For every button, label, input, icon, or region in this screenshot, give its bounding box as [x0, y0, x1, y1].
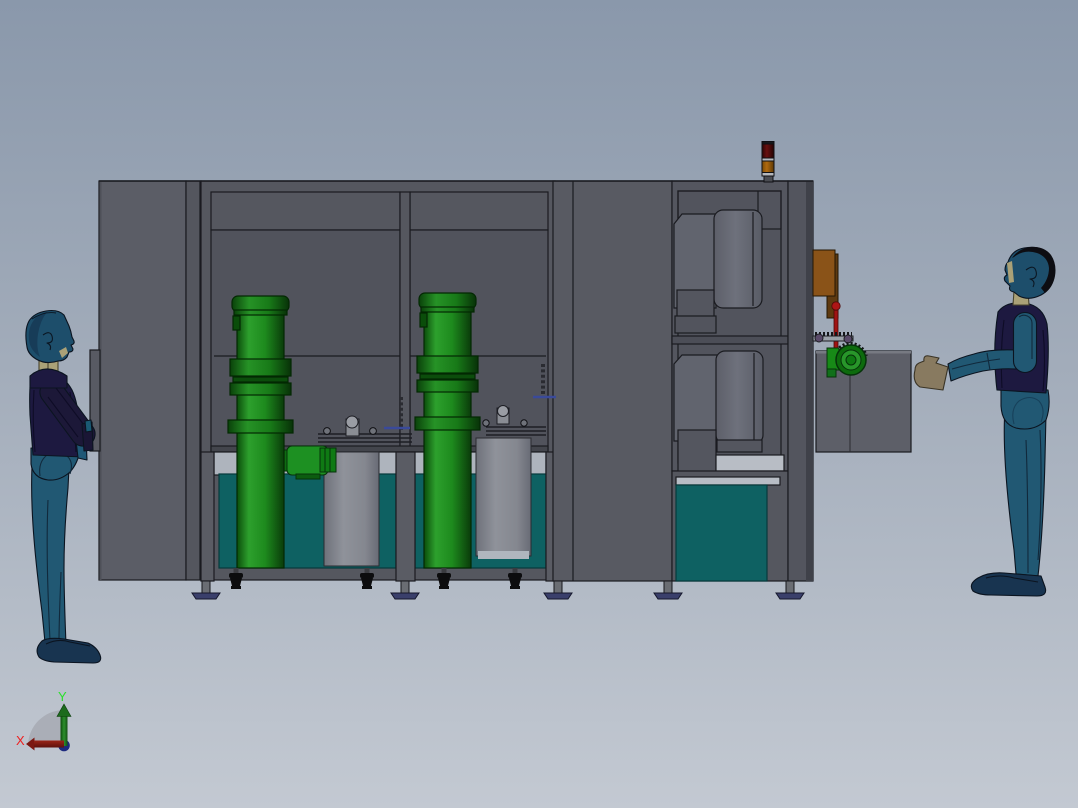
svg-text:X: X — [16, 733, 25, 748]
svg-text:Y: Y — [58, 689, 67, 704]
